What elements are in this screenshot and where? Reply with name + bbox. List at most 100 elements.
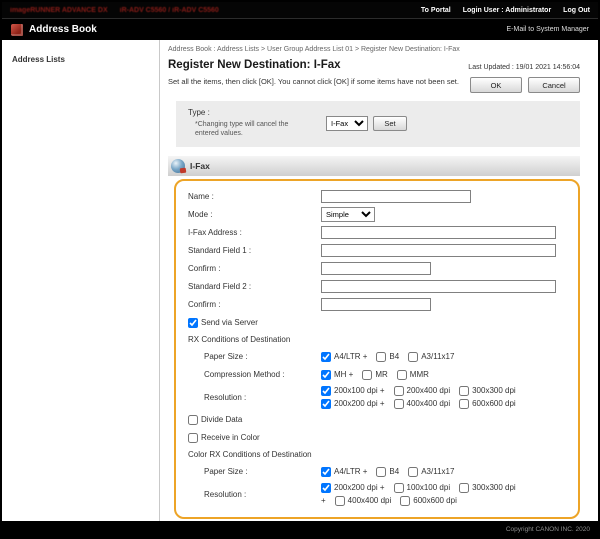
checkbox-option[interactable]: MR (362, 370, 387, 380)
checkbox-option[interactable]: MMR (397, 370, 429, 380)
option-checkbox[interactable] (459, 483, 469, 493)
option-label: A4/LTR + (334, 467, 367, 476)
checkbox-option[interactable]: A4/LTR + (321, 467, 367, 477)
type-label: Type : (188, 108, 316, 117)
checkbox-option[interactable]: 100x100 dpi (394, 483, 451, 493)
rx-compression-options: MH + MR MMR (321, 370, 429, 380)
ifax-address-label: I-Fax Address : (188, 228, 321, 237)
address-book-icon (11, 24, 23, 36)
checkbox-option[interactable]: 600x600 dpi (400, 496, 457, 506)
rx-paper-size-row: Paper Size : A4/LTR +B4A3/11x17 (188, 348, 568, 366)
page-title: Register New Destination: I-Fax (168, 59, 341, 71)
checkbox-option[interactable]: 200x100 dpi + (321, 386, 385, 396)
option-checkbox[interactable] (397, 370, 407, 380)
type-select[interactable]: I-Fax (326, 116, 368, 131)
ifax-section-header: I-Fax (168, 156, 580, 176)
device-model: iR-ADV C5560 / iR-ADV C5560 (120, 7, 219, 14)
standard-field-2-label: Standard Field 2 : (188, 282, 321, 291)
confirm-1-input[interactable] (321, 262, 431, 275)
standard-field-1-input[interactable] (321, 244, 556, 257)
send-via-server-checkbox[interactable]: Send via Server (188, 318, 258, 328)
option-label: A4/LTR + (334, 352, 367, 361)
option-checkbox[interactable] (394, 386, 404, 396)
log-out-link[interactable]: Log Out (563, 7, 590, 14)
option-label: 200x200 dpi + (334, 399, 385, 408)
main-content: Address Book : Address Lists > User Grou… (160, 40, 598, 521)
checkbox-option[interactable]: 200x200 dpi + (321, 399, 385, 409)
title-row: Register New Destination: I-Fax Last Upd… (168, 59, 580, 71)
option-checkbox[interactable] (376, 467, 386, 477)
ok-button[interactable]: OK (470, 77, 522, 93)
option-checkbox[interactable] (376, 352, 386, 362)
option-checkbox[interactable] (459, 386, 469, 396)
receive-in-color-checkbox[interactable]: Receive in Color (188, 433, 260, 443)
to-portal-link[interactable]: To Portal (421, 7, 451, 14)
receive-in-color-box[interactable] (188, 433, 198, 443)
color-rx-resolution-line-1: 200x200 dpi + 100x100 dpi 300x300 dpi (321, 483, 516, 493)
name-row: Name : (188, 188, 568, 206)
checkbox-option[interactable]: A4/LTR + (321, 352, 367, 362)
checkbox-option[interactable]: A3/11x17 (408, 352, 454, 362)
checkbox-option[interactable]: 200x200 dpi + (321, 483, 385, 493)
mode-row: Mode : Simple (188, 206, 568, 224)
ifax-address-input[interactable] (321, 226, 556, 239)
option-checkbox[interactable] (408, 467, 418, 477)
checkbox-option[interactable]: B4 (376, 467, 399, 477)
footer-bar: Copyright CANON INC. 2020 (2, 521, 598, 537)
set-button[interactable]: Set (373, 116, 407, 131)
name-input[interactable] (321, 190, 471, 203)
rx-paper-size-options: A4/LTR + B4 A3/11x17 (321, 352, 454, 362)
rx-resolution-row: Resolution : 200x100 dpi + 200x400 dpi 300… (188, 384, 568, 411)
name-label: Name : (188, 192, 321, 201)
option-label: 200x100 dpi + (334, 386, 385, 395)
breadcrumb[interactable]: Address Book : Address Lists > User Grou… (168, 46, 580, 53)
option-checkbox[interactable] (321, 352, 331, 362)
option-checkbox[interactable] (321, 386, 331, 396)
color-rx-resolution-line-2: +400x400 dpi600x600 dpi (321, 496, 516, 506)
option-checkbox[interactable] (459, 399, 469, 409)
option-label: 400x400 dpi (407, 399, 451, 408)
option-checkbox[interactable] (321, 370, 331, 380)
option-checkbox[interactable] (362, 370, 372, 380)
action-buttons: OK Cancel (470, 77, 580, 93)
receive-in-color-row: Receive in Color (188, 429, 568, 447)
receive-in-color-label: Receive in Color (201, 433, 260, 442)
checkbox-option[interactable]: 400x400 dpi (335, 496, 392, 506)
rx-resolution-lines: 200x100 dpi + 200x400 dpi 300x300 dpi 200x… (321, 384, 516, 411)
confirm-1-row: Confirm : (188, 260, 568, 278)
checkbox-option[interactable]: B4 (376, 352, 399, 362)
option-checkbox[interactable] (400, 496, 410, 506)
rx-resolution-label: Resolution : (204, 393, 321, 402)
option-checkbox[interactable] (394, 399, 404, 409)
color-rx-paper-size-options: A4/LTR + B4 A3/11x17 (321, 467, 454, 477)
option-label: MMR (410, 370, 429, 379)
option-checkbox[interactable] (321, 399, 331, 409)
divide-data-checkbox[interactable]: Divide Data (188, 415, 242, 425)
checkbox-option[interactable]: MH + (321, 370, 353, 380)
confirm-2-row: Confirm : (188, 296, 568, 314)
divide-data-label: Divide Data (201, 415, 242, 424)
checkbox-option[interactable]: 300x300 dpi (459, 483, 516, 493)
sidebar-item-address-lists[interactable]: Address Lists (12, 55, 65, 64)
mode-select[interactable]: Simple (321, 207, 375, 222)
option-checkbox[interactable] (321, 483, 331, 493)
mode-label: Mode : (188, 210, 321, 219)
checkbox-option[interactable]: 600x600 dpi (459, 399, 516, 409)
checkbox-option[interactable]: 400x400 dpi (394, 399, 451, 409)
sidebar: Address Lists (2, 40, 160, 521)
option-checkbox[interactable] (394, 483, 404, 493)
option-checkbox[interactable] (321, 467, 331, 477)
checkbox-option[interactable]: 200x400 dpi (394, 386, 451, 396)
divide-data-box[interactable] (188, 415, 198, 425)
option-checkbox[interactable] (408, 352, 418, 362)
send-via-server-box[interactable] (188, 318, 198, 328)
checkbox-option[interactable]: 300x300 dpi (459, 386, 516, 396)
divide-data-row: Divide Data (188, 411, 568, 429)
option-checkbox[interactable] (335, 496, 345, 506)
checkbox-option[interactable]: A3/11x17 (408, 467, 454, 477)
cancel-button[interactable]: Cancel (528, 77, 580, 93)
standard-field-2-input[interactable] (321, 280, 556, 293)
confirm-2-input[interactable] (321, 298, 431, 311)
option-label: 600x600 dpi (413, 496, 457, 505)
email-to-system-manager-link[interactable]: E-Mail to System Manager (507, 26, 589, 33)
